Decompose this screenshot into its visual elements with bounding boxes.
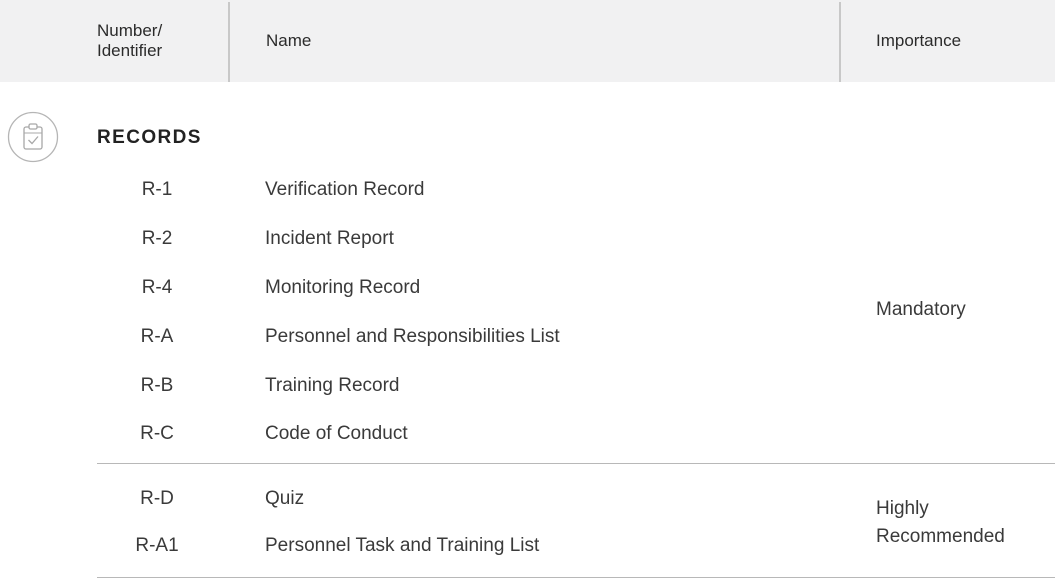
table-row: R-2 Incident Report (97, 224, 797, 254)
table-header: Number/ Identifier Name Importance (0, 0, 1055, 82)
row-identifier: R-2 (141, 228, 173, 249)
clipboard-check-icon (7, 111, 59, 163)
row-identifier: R-A1 (135, 535, 179, 556)
header-name: Name (266, 0, 666, 82)
row-identifier: R-4 (141, 277, 173, 298)
header-name-label: Name (266, 31, 312, 50)
row-identifier: R-1 (141, 179, 173, 200)
table-row: R-A Personnel and Responsibilities List (97, 322, 797, 352)
header-divider (228, 2, 230, 82)
row-name: Personnel and Responsibilities List (265, 326, 560, 347)
row-name: Training Record (265, 375, 400, 396)
header-importance: Importance (876, 0, 1046, 82)
row-name: Monitoring Record (265, 277, 421, 298)
table-row: R-1 Verification Record (97, 175, 797, 205)
row-name: Verification Record (265, 179, 425, 200)
row-name: Incident Report (265, 228, 394, 249)
header-number-identifier: Number/ Identifier (97, 0, 222, 82)
row-name: Personnel Task and Training List (265, 535, 540, 556)
group-divider (97, 577, 1055, 578)
header-divider (839, 2, 841, 82)
row-identifier: R-A (140, 326, 174, 347)
row-identifier: R-C (140, 423, 174, 444)
row-identifier: R-B (140, 375, 174, 396)
importance-mandatory: Mandatory (876, 299, 966, 320)
group-divider (97, 463, 1055, 464)
header-number-identifier-label: Number/ Identifier (97, 21, 163, 60)
table-row: R-C Code of Conduct (97, 419, 797, 449)
importance-highly-recommended: Highly Recommended (876, 498, 1005, 547)
section-title: RECORDS (97, 127, 202, 148)
table-row: R-4 Monitoring Record (97, 273, 797, 303)
row-identifier: R-D (140, 488, 174, 509)
row-name: Code of Conduct (265, 423, 408, 444)
table-row: R-B Training Record (97, 371, 797, 401)
table-row: R-A1 Personnel Task and Training List (97, 531, 797, 561)
header-importance-label: Importance (876, 31, 962, 50)
row-name: Quiz (265, 488, 305, 509)
table-row: R-D Quiz (97, 484, 797, 514)
